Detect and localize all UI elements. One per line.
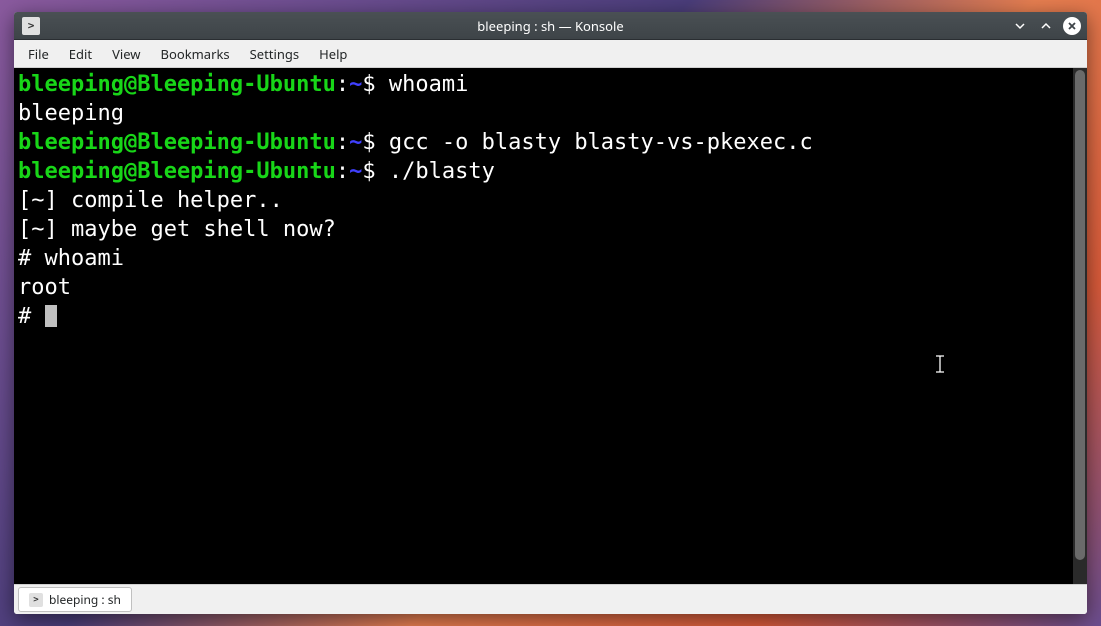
konsole-window: > bleeping : sh — Konsole File Edit View… — [14, 12, 1087, 614]
menu-settings[interactable]: Settings — [240, 41, 309, 67]
window-title: bleeping : sh — Konsole — [477, 17, 623, 35]
menu-help[interactable]: Help — [309, 41, 357, 67]
menu-bookmarks[interactable]: Bookmarks — [151, 41, 240, 67]
menu-edit[interactable]: Edit — [59, 41, 102, 67]
terminal-icon: > — [29, 593, 43, 607]
tabbar: > bleeping : sh — [14, 584, 1087, 614]
scrollbar-thumb[interactable] — [1075, 70, 1085, 560]
maximize-button[interactable] — [1037, 17, 1055, 35]
terminal-icon: > — [22, 17, 40, 35]
terminal-content[interactable]: bleeping@Bleeping-Ubuntu:~$ whoami bleep… — [14, 68, 1087, 333]
cursor-block — [45, 305, 57, 327]
menu-file[interactable]: File — [18, 41, 59, 67]
titlebar-controls — [1011, 17, 1081, 35]
scrollbar[interactable] — [1073, 68, 1087, 584]
menu-view[interactable]: View — [102, 41, 150, 67]
titlebar[interactable]: > bleeping : sh — Konsole — [14, 12, 1087, 40]
close-button[interactable] — [1063, 17, 1081, 35]
menubar: File Edit View Bookmarks Settings Help — [14, 40, 1087, 68]
minimize-button[interactable] — [1011, 17, 1029, 35]
terminal-area[interactable]: bleeping@Bleeping-Ubuntu:~$ whoami bleep… — [14, 68, 1087, 584]
tab-label: bleeping : sh — [49, 591, 121, 608]
tab-bleeping-sh[interactable]: > bleeping : sh — [18, 587, 132, 612]
text-cursor-icon — [934, 353, 946, 380]
